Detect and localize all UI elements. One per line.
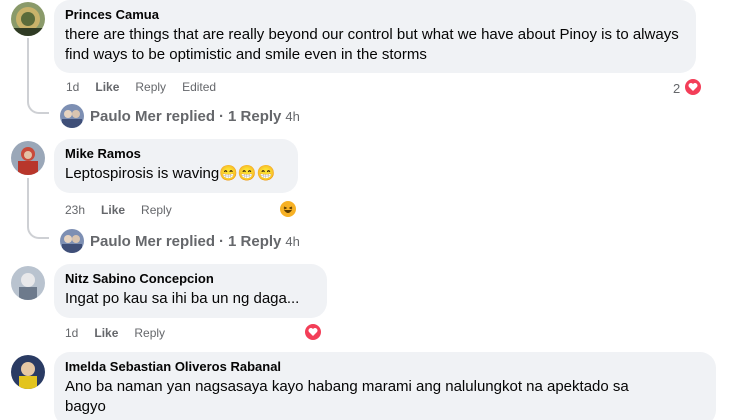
replied-name[interactable]: Paulo Mer replied bbox=[90, 108, 215, 125]
comment-text: Leptospirosis is waving😁😁😁 bbox=[65, 165, 276, 182]
avatar[interactable] bbox=[11, 355, 45, 389]
comment-actions: 1d Like Reply bbox=[65, 326, 181, 340]
replied-sep: · bbox=[219, 107, 225, 125]
comment-actions: 1d Like Reply Edited bbox=[66, 80, 232, 94]
comment-author[interactable]: Nitz Sabino Concepcion bbox=[65, 270, 316, 287]
replies-link[interactable]: Paulo Mer replied · 1 Reply 4h bbox=[60, 104, 300, 128]
replies-link[interactable]: Paulo Mer replied · 1 Reply 4h bbox=[60, 229, 300, 253]
like-button[interactable]: Like bbox=[94, 326, 118, 340]
replied-time: 4h bbox=[285, 233, 300, 249]
comment-text: there are things that are really beyond … bbox=[65, 26, 679, 63]
replied-time: 4h bbox=[285, 108, 300, 124]
haha-reaction-icon[interactable] bbox=[278, 199, 298, 219]
replied-count[interactable]: 1 Reply bbox=[228, 108, 281, 125]
comment-author[interactable]: Princes Camua bbox=[65, 6, 685, 23]
replied-count[interactable]: 1 Reply bbox=[228, 233, 281, 250]
avatar[interactable] bbox=[11, 266, 45, 300]
comment-author[interactable]: Mike Ramos bbox=[65, 145, 287, 162]
heart-reaction-icon[interactable] bbox=[303, 322, 323, 342]
comment-time[interactable]: 1d bbox=[66, 80, 79, 94]
replied-name[interactable]: Paulo Mer replied bbox=[90, 233, 215, 250]
thread-connector bbox=[27, 100, 49, 114]
reaction-count[interactable]: 2 bbox=[673, 81, 680, 96]
replier-avatar bbox=[60, 229, 84, 253]
reply-button[interactable]: Reply bbox=[135, 80, 166, 94]
avatar[interactable] bbox=[11, 2, 45, 36]
reply-button[interactable]: Reply bbox=[134, 326, 165, 340]
comment-actions: 23h Like Reply bbox=[65, 203, 188, 217]
comment-bubble: Princes Camua there are things that are … bbox=[54, 0, 696, 73]
edited-label: Edited bbox=[182, 80, 217, 94]
comment-bubble: Mike Ramos Leptospirosis is waving😁😁😁 bbox=[54, 139, 298, 193]
comment-author[interactable]: Imelda Sebastian Oliveros Rabanal bbox=[65, 358, 705, 375]
like-button[interactable]: Like bbox=[95, 80, 119, 94]
replier-avatar bbox=[60, 104, 84, 128]
comment-bubble: Nitz Sabino Concepcion Ingat po kau sa i… bbox=[54, 264, 327, 318]
comment-text-line1: Ano ba naman yan nagsasaya kayo habang m… bbox=[65, 378, 629, 395]
comment-text-line2: bagyo bbox=[65, 398, 106, 415]
avatar[interactable] bbox=[11, 141, 45, 175]
comment-time[interactable]: 1d bbox=[65, 326, 78, 340]
thread-line bbox=[27, 178, 29, 225]
thread-connector bbox=[27, 225, 49, 239]
replied-sep: · bbox=[219, 232, 225, 250]
comment-bubble: Imelda Sebastian Oliveros Rabanal Ano ba… bbox=[54, 352, 716, 420]
heart-reaction-icon[interactable] bbox=[683, 77, 703, 97]
reply-button[interactable]: Reply bbox=[141, 203, 172, 217]
comment-time[interactable]: 23h bbox=[65, 203, 85, 217]
like-button[interactable]: Like bbox=[101, 203, 125, 217]
thread-line bbox=[27, 38, 29, 100]
comment-text: Ingat po kau sa ihi ba un ng daga... bbox=[65, 290, 300, 307]
